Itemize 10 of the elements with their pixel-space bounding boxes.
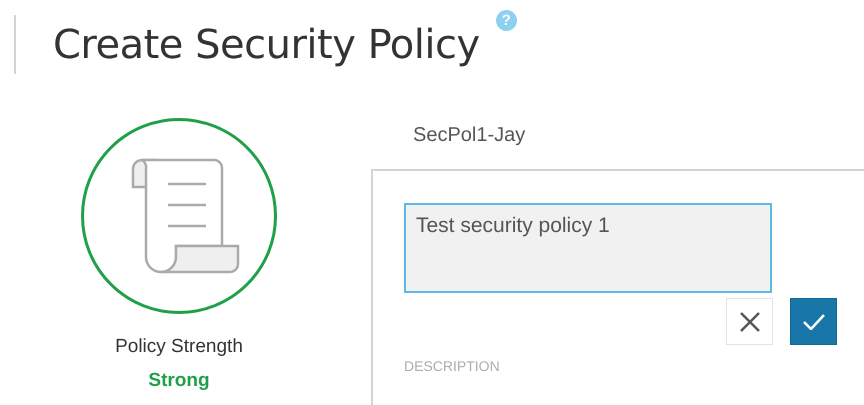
page-title: Create Security Policy: [53, 21, 480, 70]
close-icon: [740, 312, 760, 332]
confirm-button[interactable]: [790, 298, 837, 345]
check-icon: [802, 314, 824, 330]
policy-name: SecPol1-Jay: [413, 124, 526, 148]
description-field[interactable]: Test security policy 1: [404, 203, 772, 293]
strength-label: Policy Strength: [115, 336, 243, 358]
description-label: DESCRIPTION: [404, 358, 501, 374]
cancel-button[interactable]: [726, 298, 773, 345]
strength-value: Strong: [148, 370, 210, 392]
